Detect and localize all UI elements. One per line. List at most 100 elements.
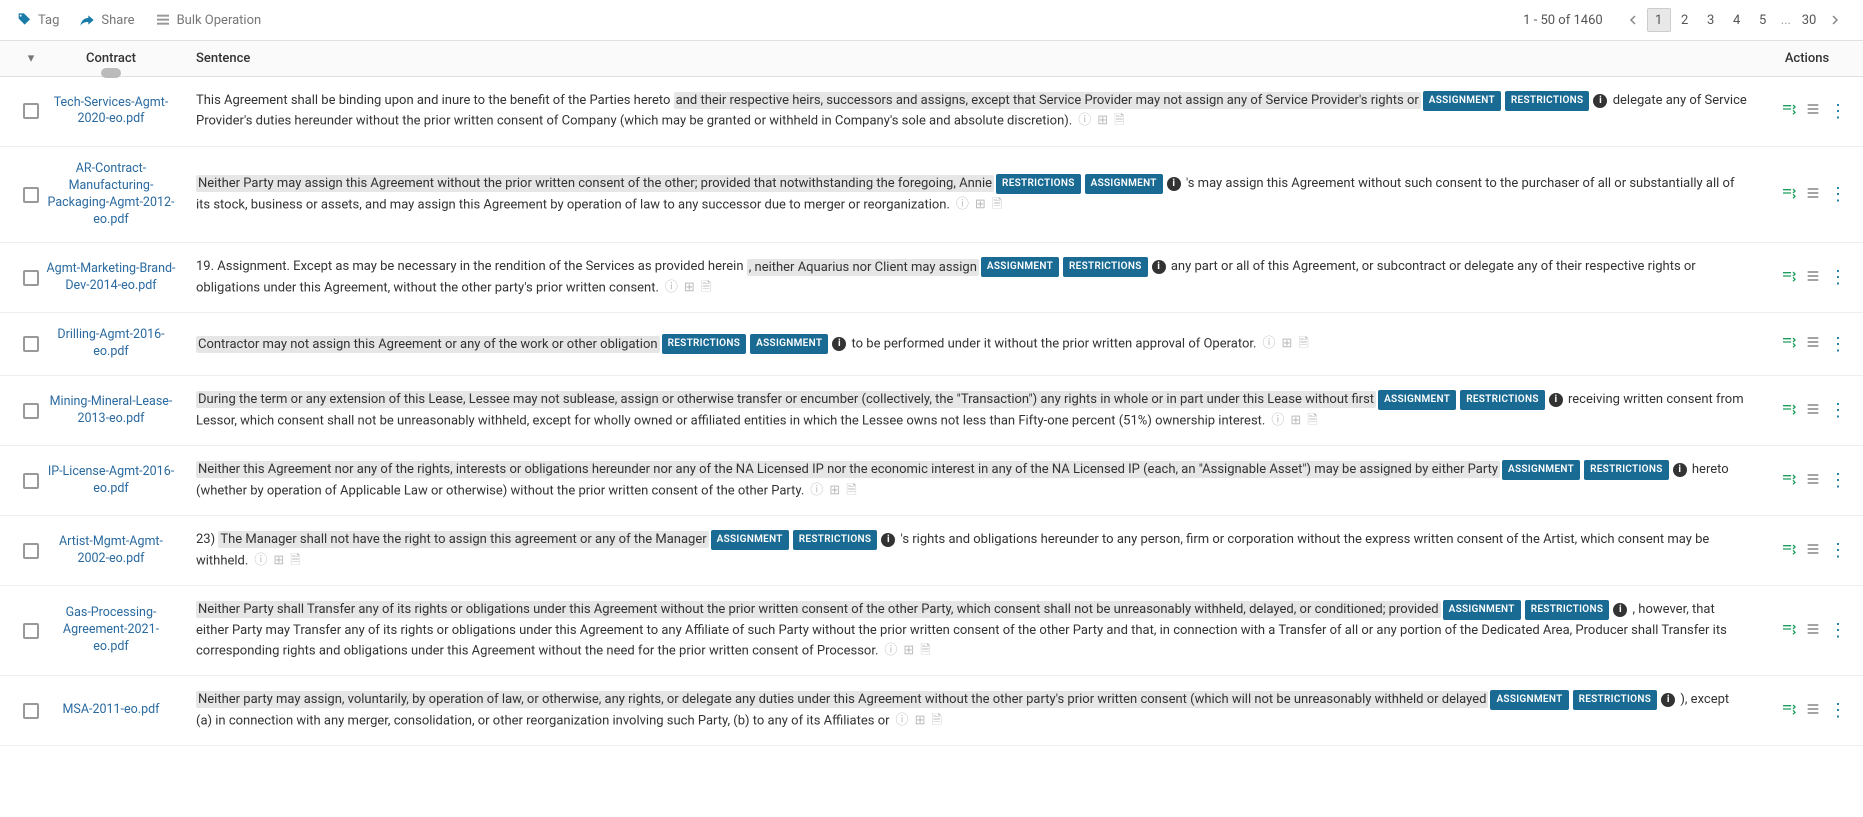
doc-icon[interactable]: 🗎	[290, 551, 300, 571]
restrictions-badge[interactable]: RESTRICTIONS	[1573, 690, 1658, 710]
expand-icon[interactable]: ⊞	[829, 481, 840, 501]
row-checkbox[interactable]	[23, 543, 39, 559]
expand-icon[interactable]: ⊞	[1290, 411, 1301, 431]
approve-icon[interactable]	[1781, 101, 1797, 121]
list-icon[interactable]	[1805, 101, 1821, 121]
info-icon[interactable]: i	[1593, 94, 1607, 108]
doc-icon[interactable]: 🗎	[1307, 411, 1317, 431]
contract-link[interactable]: Tech-Services-Agmt-2020-eo.pdf	[46, 95, 176, 129]
assignment-badge[interactable]: ASSIGNMENT	[1443, 600, 1521, 620]
info-icon[interactable]: ⓘ	[896, 711, 909, 731]
list-icon[interactable]	[1805, 541, 1821, 561]
expand-icon[interactable]: ⊞	[1097, 111, 1108, 131]
more-icon[interactable]: ⋮	[1829, 400, 1847, 421]
info-icon[interactable]: i	[1167, 177, 1181, 191]
expand-icon[interactable]: ⊞	[684, 278, 695, 298]
page-prev[interactable]	[1621, 8, 1645, 32]
approve-icon[interactable]	[1781, 541, 1797, 561]
more-icon[interactable]: ⋮	[1829, 470, 1847, 491]
doc-icon[interactable]: 🗎	[920, 641, 930, 661]
row-checkbox[interactable]	[23, 473, 39, 489]
info-icon[interactable]: ⓘ	[956, 195, 969, 215]
tag-button[interactable]: Tag	[16, 12, 59, 28]
more-icon[interactable]: ⋮	[1829, 700, 1847, 721]
assignment-badge[interactable]: ASSIGNMENT	[711, 530, 789, 550]
info-icon[interactable]: ⓘ	[810, 481, 823, 501]
page-4[interactable]: 4	[1725, 8, 1749, 32]
restrictions-badge[interactable]: RESTRICTIONS	[1505, 91, 1590, 111]
info-icon[interactable]: i	[881, 533, 895, 547]
more-icon[interactable]: ⋮	[1829, 184, 1847, 205]
info-icon[interactable]: ⓘ	[1078, 111, 1091, 131]
approve-icon[interactable]	[1781, 401, 1797, 421]
assignment-badge[interactable]: ASSIGNMENT	[1378, 390, 1456, 410]
contract-link[interactable]: Artist-Mgmt-Agmt-2002-eo.pdf	[46, 534, 176, 568]
assignment-badge[interactable]: ASSIGNMENT	[1490, 690, 1568, 710]
expand-icon[interactable]: ⊞	[273, 551, 284, 571]
doc-icon[interactable]: 🗎	[1114, 111, 1124, 131]
restrictions-badge[interactable]: RESTRICTIONS	[1584, 460, 1669, 480]
info-icon[interactable]: ⓘ	[254, 551, 267, 571]
info-icon[interactable]: i	[832, 337, 846, 351]
list-icon[interactable]	[1805, 401, 1821, 421]
contract-link[interactable]: MSA-2011-eo.pdf	[46, 702, 176, 719]
approve-icon[interactable]	[1781, 334, 1797, 354]
info-icon[interactable]: ⓘ	[665, 278, 678, 298]
assignment-badge[interactable]: ASSIGNMENT	[1085, 174, 1163, 194]
info-icon[interactable]: ⓘ	[884, 641, 897, 661]
info-icon[interactable]: i	[1152, 260, 1166, 274]
header-contract[interactable]: Contract	[46, 51, 176, 66]
doc-icon[interactable]: 🗎	[931, 711, 941, 731]
info-icon[interactable]: i	[1661, 693, 1675, 707]
row-checkbox[interactable]	[23, 270, 39, 286]
restrictions-badge[interactable]: RESTRICTIONS	[1460, 390, 1545, 410]
page-2[interactable]: 2	[1673, 8, 1697, 32]
list-icon[interactable]	[1805, 185, 1821, 205]
approve-icon[interactable]	[1781, 471, 1797, 491]
info-icon[interactable]: i	[1673, 463, 1687, 477]
bulk-button[interactable]: Bulk Operation	[155, 12, 262, 28]
row-checkbox[interactable]	[23, 623, 39, 639]
doc-icon[interactable]: 🗎	[701, 278, 711, 298]
list-icon[interactable]	[1805, 471, 1821, 491]
approve-icon[interactable]	[1781, 621, 1797, 641]
row-checkbox[interactable]	[23, 336, 39, 352]
restrictions-badge[interactable]: RESTRICTIONS	[662, 334, 747, 354]
approve-icon[interactable]	[1781, 185, 1797, 205]
contract-link[interactable]: IP-License-Agmt-2016-eo.pdf	[46, 464, 176, 498]
doc-icon[interactable]: 🗎	[992, 195, 1002, 215]
row-checkbox[interactable]	[23, 187, 39, 203]
info-icon[interactable]: i	[1549, 393, 1563, 407]
page-last[interactable]: 30	[1797, 8, 1821, 32]
restrictions-badge[interactable]: RESTRICTIONS	[1063, 257, 1148, 277]
more-icon[interactable]: ⋮	[1829, 620, 1847, 641]
info-icon[interactable]: i	[1613, 603, 1627, 617]
contract-link[interactable]: Mining-Mineral-Lease-2013-eo.pdf	[46, 394, 176, 428]
assignment-badge[interactable]: ASSIGNMENT	[1423, 91, 1501, 111]
contract-link[interactable]: Gas-Processing-Agreement-2021-eo.pdf	[46, 605, 176, 656]
list-icon[interactable]	[1805, 621, 1821, 641]
assignment-badge[interactable]: ASSIGNMENT	[981, 257, 1059, 277]
expand-icon[interactable]: ⊞	[915, 711, 926, 731]
restrictions-badge[interactable]: RESTRICTIONS	[793, 530, 878, 550]
list-icon[interactable]	[1805, 701, 1821, 721]
assignment-badge[interactable]: ASSIGNMENT	[750, 334, 828, 354]
list-icon[interactable]	[1805, 268, 1821, 288]
info-icon[interactable]: ⓘ	[1271, 411, 1284, 431]
row-checkbox[interactable]	[23, 703, 39, 719]
more-icon[interactable]: ⋮	[1829, 334, 1847, 355]
more-icon[interactable]: ⋮	[1829, 267, 1847, 288]
page-5[interactable]: 5	[1751, 8, 1775, 32]
assignment-badge[interactable]: ASSIGNMENT	[1502, 460, 1580, 480]
expand-icon[interactable]: ⊞	[1281, 334, 1292, 354]
contract-link[interactable]: AR-Contract-Manufacturing-Packaging-Agmt…	[46, 161, 176, 229]
page-next[interactable]	[1823, 8, 1847, 32]
row-checkbox[interactable]	[23, 103, 39, 119]
contract-link[interactable]: Drilling-Agmt-2016-eo.pdf	[46, 327, 176, 361]
info-icon[interactable]: ⓘ	[1262, 334, 1275, 354]
doc-icon[interactable]: 🗎	[846, 481, 856, 501]
share-button[interactable]: Share	[79, 12, 134, 28]
contract-link[interactable]: Agmt-Marketing-Brand-Dev-2014-eo.pdf	[46, 261, 176, 295]
expand-icon[interactable]: ⊞	[975, 195, 986, 215]
doc-icon[interactable]: 🗎	[1298, 334, 1308, 354]
